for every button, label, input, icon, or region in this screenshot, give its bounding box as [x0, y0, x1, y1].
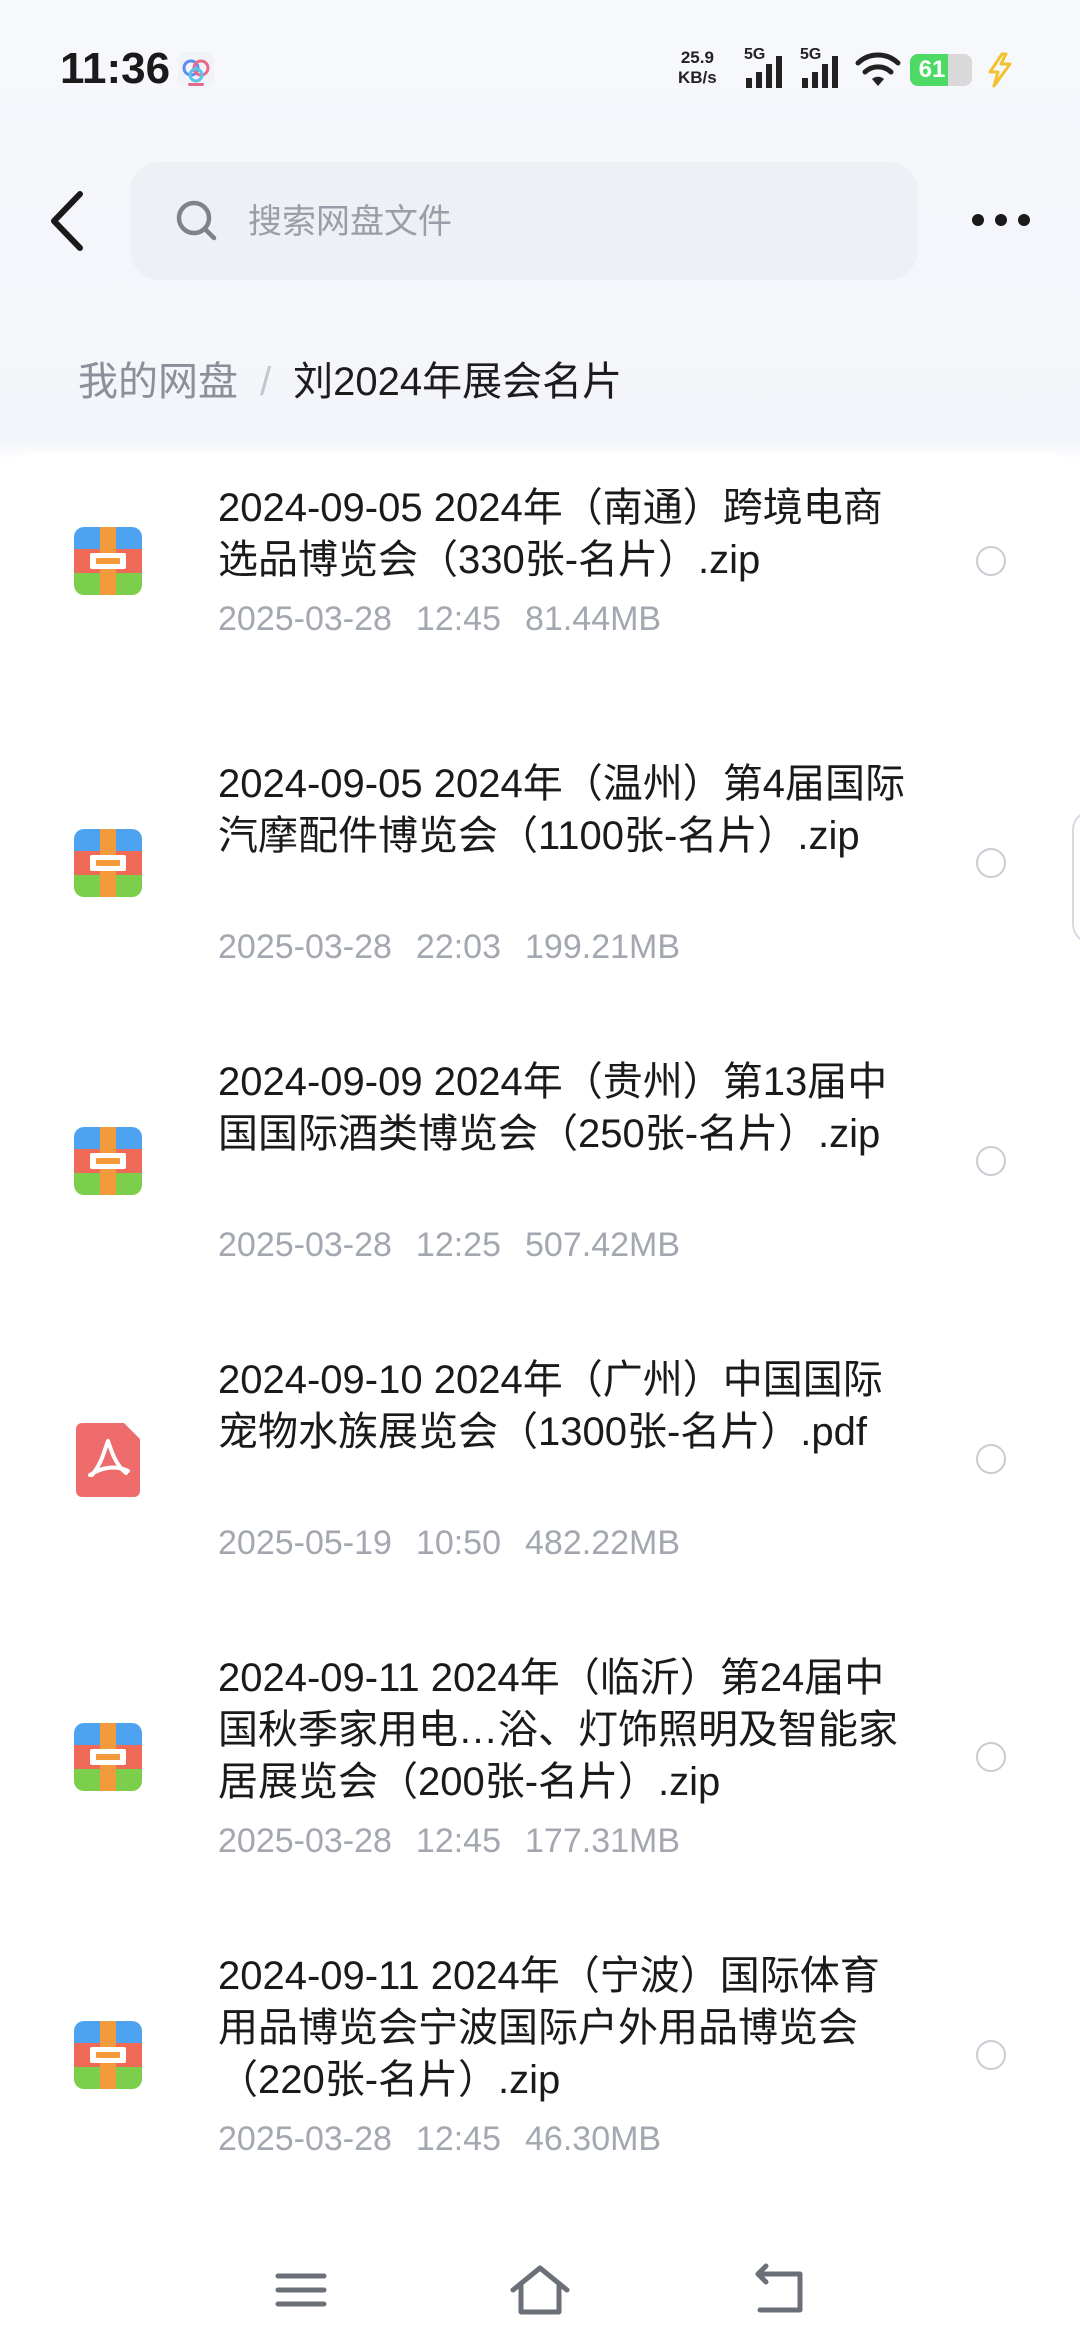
battery-icon: 61: [910, 54, 972, 86]
file-size: 46.30MB: [525, 2120, 662, 2158]
file-name: 2024-09-05 2024年（南通）跨境电商选品博览会（330张-名片）.z…: [218, 486, 883, 582]
network-speed: 25.9 KB/s: [678, 48, 717, 87]
breadcrumb-separator: /: [260, 360, 272, 404]
file-size: 507.42MB: [525, 1226, 681, 1264]
home-icon: [510, 2265, 570, 2315]
pdf-icon: [68, 1419, 148, 1499]
file-time: 12:45: [415, 600, 502, 638]
zip-archive-icon: [68, 823, 148, 903]
status-bar: 11:36 25.9 KB/s 5G 5G 61: [0, 0, 1080, 130]
file-name: 2024-09-05 2024年（温州）第4届国际汽摩配件博览会（1100张-名…: [218, 762, 905, 858]
zip-archive-icon: [68, 1717, 148, 1797]
file-size: 177.31MB: [525, 1822, 681, 1860]
select-checkbox[interactable]: [976, 1146, 1006, 1176]
back-nav-icon: [755, 2263, 803, 2313]
file-date: 2025-03-28: [218, 1226, 392, 1264]
file-time: 12:45: [415, 1822, 502, 1860]
back-arrow-icon: [51, 191, 83, 251]
cloud-app-icon: [178, 52, 214, 88]
status-time: 11:36: [60, 44, 171, 93]
file-date: 2025-03-28: [218, 1822, 392, 1860]
battery-level: 61: [918, 56, 946, 83]
file-date: 2025-03-28: [218, 600, 392, 638]
zip-archive-icon: [68, 2015, 148, 2095]
select-checkbox[interactable]: [976, 1742, 1006, 1772]
more-options-button[interactable]: [966, 200, 1036, 240]
file-list: 2024-09-05 2024年（南通）跨境电商选品博览会（330张-名片）.z…: [0, 452, 1080, 2212]
file-meta: 2025-03-28 12:45 177.31MB: [218, 1822, 704, 1861]
select-checkbox[interactable]: [976, 2040, 1006, 2070]
back-nav-button[interactable]: [744, 2260, 814, 2320]
file-name: 2024-09-09 2024年（贵州）第13届中国国际酒类博览会（250张-名…: [218, 1060, 888, 1156]
search-box[interactable]: [130, 162, 918, 280]
file-row[interactable]: 2024-09-05 2024年（南通）跨境电商选品博览会（330张-名片）.z…: [0, 452, 1080, 750]
breadcrumb-current: 刘2024年展会名片: [293, 360, 623, 404]
file-meta: 2025-05-19 10:50 482.22MB: [218, 1524, 704, 1563]
system-nav-bar: [0, 2230, 1080, 2345]
file-time: 22:03: [415, 928, 502, 966]
file-meta: 2025-03-28 12:45 46.30MB: [218, 2120, 685, 2159]
file-size: 81.44MB: [525, 600, 662, 638]
back-button[interactable]: [40, 186, 100, 256]
home-button[interactable]: [505, 2260, 575, 2320]
file-name: 2024-09-10 2024年（广州）中国国际宠物水族展览会（1300张-名片…: [218, 1358, 883, 1454]
side-drawer-handle[interactable]: [1072, 810, 1080, 944]
search-icon: [176, 200, 217, 241]
file-meta: 2025-03-28 12:45 81.44MB: [218, 600, 685, 639]
zip-archive-icon: [68, 521, 148, 601]
charging-icon: [988, 52, 1012, 88]
file-date: 2025-05-19: [218, 1524, 392, 1562]
zip-archive-icon: [68, 1121, 148, 1201]
file-size: 482.22MB: [525, 1524, 681, 1562]
file-time: 12:25: [415, 1226, 502, 1264]
file-row[interactable]: 2024-09-11 2024年（临沂）第24届中国秋季家用电…浴、灯饰照明及智…: [0, 1616, 1080, 1914]
select-checkbox[interactable]: [976, 848, 1006, 878]
breadcrumb-root[interactable]: 我的网盘: [78, 360, 238, 404]
file-meta: 2025-03-28 12:25 507.42MB: [218, 1226, 704, 1265]
menu-icon: [275, 2273, 327, 2307]
more-dots-icon: [972, 214, 1030, 226]
wifi-icon: [855, 52, 901, 86]
file-time: 10:50: [415, 1524, 502, 1562]
file-meta: 2025-03-28 22:03 199.21MB: [218, 928, 704, 967]
select-checkbox[interactable]: [976, 546, 1006, 576]
file-row[interactable]: 2024-09-11 2024年（宁波）国际体育用品博览会宁波国际户外用品博览会…: [0, 1914, 1080, 2212]
file-date: 2025-03-28: [218, 928, 392, 966]
search-input[interactable]: [246, 182, 890, 262]
file-row[interactable]: 2024-09-09 2024年（贵州）第13届中国国际酒类博览会（250张-名…: [0, 1020, 1080, 1318]
file-row[interactable]: 2024-09-10 2024年（广州）中国国际宠物水族展览会（1300张-名片…: [0, 1318, 1080, 1616]
file-row[interactable]: 2024-09-05 2024年（温州）第4届国际汽摩配件博览会（1100张-名…: [0, 722, 1080, 1020]
menu-button[interactable]: [266, 2260, 336, 2320]
screen: 11:36 25.9 KB/s 5G 5G 61 搜索网盘文件 我的网盘 / 刘…: [0, 0, 1080, 2345]
file-name: 2024-09-11 2024年（临沂）第24届中国秋季家用电…浴、灯饰照明及智…: [218, 1656, 898, 1804]
file-time: 12:45: [415, 2120, 502, 2158]
breadcrumb: 我的网盘 / 刘2024年展会名片: [78, 352, 622, 412]
file-size: 199.21MB: [525, 928, 681, 966]
select-checkbox[interactable]: [976, 1444, 1006, 1474]
file-name: 2024-09-11 2024年（宁波）国际体育用品博览会宁波国际户外用品博览会…: [218, 1954, 880, 2102]
file-date: 2025-03-28: [218, 2120, 392, 2158]
